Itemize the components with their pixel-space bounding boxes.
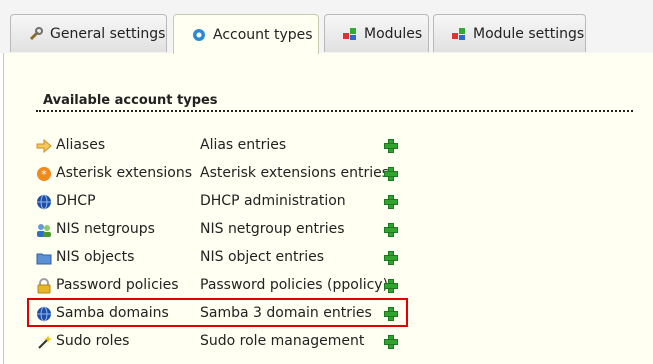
add-icon[interactable]: [383, 250, 399, 266]
account-type-name: NIS netgroups: [56, 221, 155, 237]
arrow-icon: [36, 138, 52, 154]
lock-icon: [36, 278, 52, 294]
account-type-row-nis-netgroups: NIS netgroups NIS netgroup entries: [0, 216, 653, 244]
account-type-row-password-policies: Password policies Password policies (ppo…: [0, 272, 653, 300]
add-icon[interactable]: [383, 222, 399, 238]
users-icon: [36, 222, 52, 238]
tab-label: General settings: [50, 25, 166, 42]
globe-icon: [36, 194, 52, 210]
svg-text:*: *: [41, 168, 47, 181]
account-type-row-nis-objects: NIS objects NIS object entries: [0, 244, 653, 272]
modules-icon: [451, 26, 467, 42]
account-type-name: Sudo roles: [56, 333, 130, 349]
account-type-row-dhcp: DHCP DHCP administration: [0, 188, 653, 216]
account-type-description: NIS object entries: [200, 249, 325, 265]
folder-icon: [36, 250, 52, 266]
tab-label: Account types: [213, 26, 313, 43]
add-icon[interactable]: [383, 334, 399, 350]
account-type-description: Alias entries: [200, 137, 287, 153]
account-type-name: Password policies: [56, 277, 179, 293]
tab-label: Modules: [364, 25, 423, 42]
add-icon[interactable]: [383, 138, 399, 154]
tab-module-settings[interactable]: Module settings: [433, 14, 586, 52]
wand-icon: [36, 334, 52, 350]
modules-icon: [342, 26, 358, 42]
add-icon[interactable]: [383, 278, 399, 294]
account-type-description: Asterisk extensions entries: [200, 165, 389, 181]
tab-general-settings[interactable]: General settings: [10, 14, 167, 52]
account-type-row-asterisk: * Asterisk extensions Asterisk extension…: [0, 160, 653, 188]
account-type-name: Asterisk extensions: [56, 165, 193, 181]
account-type-description: DHCP administration: [200, 193, 346, 209]
account-type-description: Password policies (ppolicy): [200, 277, 389, 293]
add-icon[interactable]: [383, 194, 399, 210]
tab-bar: General settings Account types Modules M…: [0, 0, 653, 54]
account-type-name: NIS objects: [56, 249, 135, 265]
account-type-description: NIS netgroup entries: [200, 221, 345, 237]
account-type-row-sudo-roles: Sudo roles Sudo role management: [0, 328, 653, 356]
account-type-description: Sudo role management: [200, 333, 365, 349]
section-divider: [36, 110, 633, 112]
tab-modules[interactable]: Modules: [324, 14, 429, 52]
asterisk-icon: *: [36, 166, 52, 182]
wrench-icon: [28, 26, 44, 42]
gear-icon: [191, 27, 207, 43]
account-type-name: DHCP: [56, 193, 96, 209]
tab-label: Module settings: [473, 25, 585, 42]
highlighted-row-box: [27, 298, 408, 327]
account-type-row-aliases: Aliases Alias entries: [0, 132, 653, 160]
tab-account-types[interactable]: Account types: [173, 14, 319, 54]
section-title: Available account types: [43, 93, 218, 108]
account-type-name: Aliases: [56, 137, 106, 153]
add-icon[interactable]: [383, 166, 399, 182]
